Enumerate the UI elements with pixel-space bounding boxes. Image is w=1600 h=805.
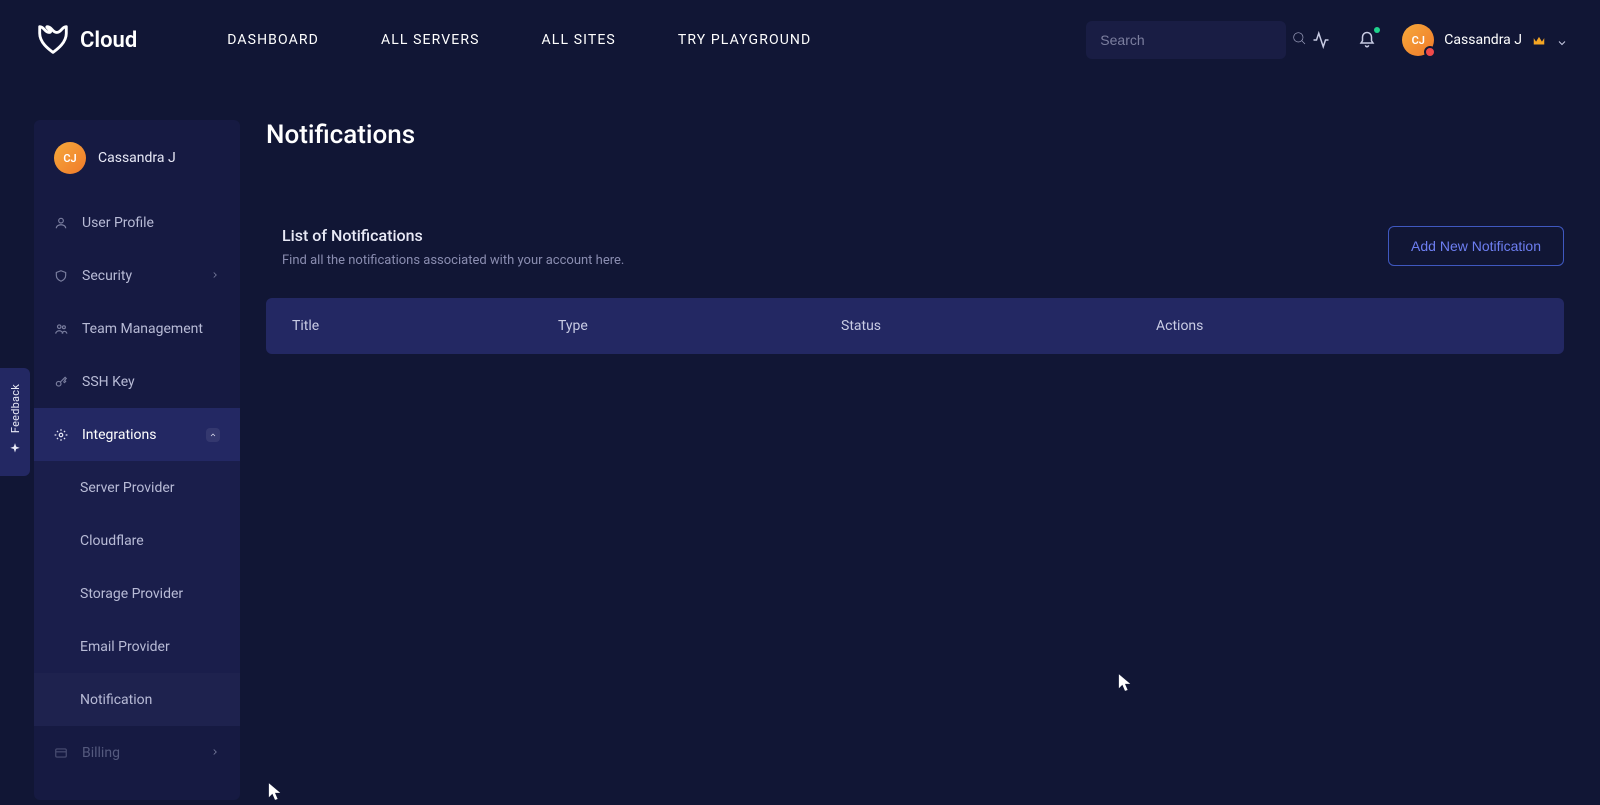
- team-icon: [54, 322, 68, 336]
- sidebar-sub-label: Email Provider: [80, 639, 170, 655]
- sidebar-item-team[interactable]: Team Management: [34, 302, 240, 355]
- sidebar-user-name: Cassandra J: [98, 150, 176, 166]
- billing-icon: [54, 746, 68, 760]
- nav-sites[interactable]: ALL SITES: [542, 32, 616, 48]
- sidebar-item-ssh[interactable]: SSH Key: [34, 355, 240, 408]
- sidebar-item-label: Security: [82, 268, 196, 284]
- section-title: List of Notifications: [282, 226, 624, 245]
- sidebar-item-user-profile[interactable]: User Profile: [34, 196, 240, 249]
- search-input[interactable]: [1100, 32, 1281, 48]
- sidebar-sub-label: Server Provider: [80, 480, 175, 496]
- sidebar-item-label: Team Management: [82, 321, 220, 337]
- sidebar-sub-notification[interactable]: Notification: [34, 673, 240, 726]
- sidebar-sub-email-provider[interactable]: Email Provider: [34, 620, 240, 673]
- chevron-up-icon: [206, 428, 220, 442]
- sidebar-sub-cloudflare[interactable]: Cloudflare: [34, 514, 240, 567]
- sidebar-sub-storage-provider[interactable]: Storage Provider: [34, 567, 240, 620]
- brand-logo[interactable]: Cloud: [34, 21, 137, 59]
- sidebar-sub-label: Storage Provider: [80, 586, 183, 602]
- nav-playground[interactable]: TRY PLAYGROUND: [678, 32, 811, 48]
- page-title: Notifications: [266, 120, 1564, 150]
- notifications-indicator: [1374, 27, 1380, 33]
- search-field[interactable]: [1086, 21, 1286, 59]
- sidebar-item-billing[interactable]: Billing: [34, 726, 240, 779]
- section-desc: Find all the notifications associated wi…: [282, 253, 624, 268]
- avatar-badge: [1424, 46, 1436, 58]
- sidebar-item-security[interactable]: Security: [34, 249, 240, 302]
- nav-dashboard[interactable]: DASHBOARD: [227, 32, 319, 48]
- avatar-initials: CJ: [63, 152, 76, 165]
- chevron-right-icon: [210, 268, 220, 284]
- table-header: Title Type Status Actions: [266, 298, 1564, 354]
- sidebar-item-label: Integrations: [82, 427, 192, 443]
- avatar: CJ: [1402, 24, 1434, 56]
- sidebar-item-label: SSH Key: [82, 374, 220, 390]
- main-nav: DASHBOARD ALL SERVERS ALL SITES TRY PLAY…: [227, 32, 811, 48]
- avatar: CJ: [54, 142, 86, 174]
- sparkle-icon: [8, 441, 22, 460]
- main-content: Notifications List of Notifications Find…: [240, 120, 1564, 800]
- notifications-icon[interactable]: [1356, 29, 1378, 51]
- key-icon: [54, 375, 68, 389]
- sidebar-item-integrations[interactable]: Integrations: [34, 408, 240, 461]
- chevron-right-icon: [210, 745, 220, 761]
- sidebar-user[interactable]: CJ Cassandra J: [34, 120, 240, 196]
- nav-servers[interactable]: ALL SERVERS: [381, 32, 480, 48]
- chevron-down-icon: [1556, 34, 1568, 46]
- add-notification-button[interactable]: Add New Notification: [1388, 226, 1564, 266]
- sidebar-item-label: Billing: [82, 745, 196, 761]
- feedback-label: Feedback: [9, 384, 22, 433]
- sidebar-item-label: User Profile: [82, 215, 220, 231]
- user-menu[interactable]: CJ Cassandra J: [1402, 24, 1568, 56]
- col-actions: Actions: [1156, 318, 1538, 334]
- shield-icon: [54, 269, 68, 283]
- integrations-submenu: Server Provider Cloudflare Storage Provi…: [34, 461, 240, 726]
- search-icon: [1291, 30, 1307, 50]
- user-name: Cassandra J: [1444, 32, 1522, 48]
- gear-icon: [54, 428, 68, 442]
- col-title: Title: [292, 318, 558, 334]
- feedback-tab[interactable]: Feedback: [0, 368, 30, 476]
- sidebar: CJ Cassandra J User Profile Security Tea…: [34, 120, 240, 800]
- user-icon: [54, 216, 68, 230]
- brand-name: Cloud: [80, 28, 137, 53]
- avatar-initials: CJ: [1412, 34, 1425, 47]
- logo-icon: [34, 21, 72, 59]
- activity-icon[interactable]: [1310, 29, 1332, 51]
- col-type: Type: [558, 318, 841, 334]
- sidebar-sub-label: Notification: [80, 692, 152, 708]
- crown-icon: [1532, 33, 1546, 47]
- col-status: Status: [841, 318, 1156, 334]
- sidebar-sub-label: Cloudflare: [80, 533, 144, 549]
- sidebar-sub-server-provider[interactable]: Server Provider: [34, 461, 240, 514]
